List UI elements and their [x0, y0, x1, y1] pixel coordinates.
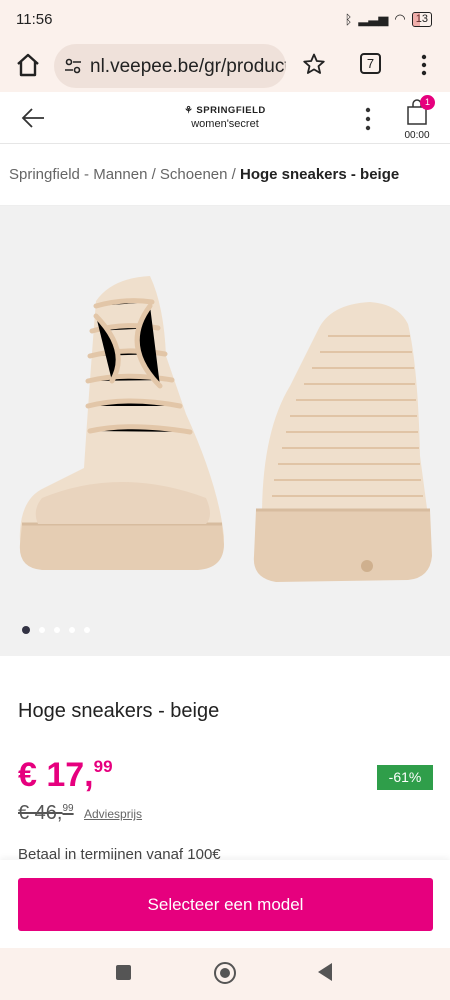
price-cents: 99: [93, 757, 113, 776]
browser-toolbar: nl.veepee.be/gr/product 7: [0, 40, 450, 92]
status-bar: 11:56 ᛒ ▂▃▅ ◠ 13: [0, 0, 450, 40]
system-nav-bar: [0, 948, 450, 1000]
breadcrumb-current: Hoge sneakers - beige: [239, 166, 400, 183]
brand-springfield: ⚘ SPRINGFIELD: [184, 105, 266, 116]
gallery-dot[interactable]: [84, 627, 90, 633]
bookmark-star-icon[interactable]: [302, 52, 326, 76]
gallery-dot[interactable]: [69, 627, 75, 633]
address-bar[interactable]: nl.veepee.be/gr/product: [54, 44, 286, 88]
site-settings-icon[interactable]: [64, 57, 82, 75]
product-title: Hoge sneakers - beige: [18, 700, 220, 722]
brand-womensecret: women'secret: [191, 118, 259, 130]
price-main: € 17,: [18, 756, 94, 794]
cart-button[interactable]: 1 00:00: [400, 95, 435, 142]
old-price-main: € 46,: [18, 802, 63, 824]
product-image-gallery[interactable]: [0, 206, 450, 656]
home-circle-icon[interactable]: [214, 962, 236, 984]
home-icon[interactable]: [14, 51, 42, 79]
gallery-dot[interactable]: [22, 626, 30, 634]
browser-menu-icon[interactable]: [418, 53, 430, 77]
old-price: € 46,99: [18, 802, 74, 825]
brand-logo: ⚘ SPRINGFIELD women'secret: [150, 105, 300, 130]
breadcrumb: Springfield - Mannen / Schoenen / Hoge s…: [0, 144, 450, 206]
status-time: 11:56: [16, 11, 53, 28]
discount-badge: -61%: [377, 765, 433, 790]
old-price-cents: 99: [62, 803, 74, 814]
battery-icon: 13: [411, 11, 432, 27]
select-model-button[interactable]: Selecteer een model: [18, 878, 433, 931]
cart-count-badge: 1: [420, 95, 435, 110]
tab-switcher-button[interactable]: 7: [360, 53, 381, 74]
recents-icon[interactable]: [116, 965, 131, 980]
wifi-icon: ◠: [394, 11, 406, 26]
gallery-dot[interactable]: [54, 627, 60, 633]
cta-bar: Selecteer een model: [0, 860, 450, 948]
product-image: [19, 276, 432, 582]
bluetooth-icon: ᛒ: [344, 11, 353, 27]
current-price: € 17,99: [18, 756, 113, 795]
gallery-dot[interactable]: [39, 627, 45, 633]
site-header: ⚘ SPRINGFIELD women'secret 1 00:00: [0, 92, 450, 144]
back-arrow-icon[interactable]: [20, 106, 46, 130]
more-options-icon[interactable]: [362, 106, 374, 132]
breadcrumb-path[interactable]: Springfield - Mannen / Schoenen /: [9, 166, 240, 183]
gallery-pagination[interactable]: [22, 626, 90, 634]
url-text[interactable]: nl.veepee.be/gr/product: [90, 56, 286, 78]
installments-text: Betaal in termijnen vanaf 100€: [18, 846, 221, 860]
status-icons: ᛒ ▂▃▅ ◠ 13: [345, 11, 432, 27]
cart-timer: 00:00: [404, 130, 430, 141]
signal-icon: ▂▃▅: [358, 11, 389, 26]
adviesprijs-link[interactable]: Adviesprijs: [84, 807, 142, 821]
back-triangle-icon[interactable]: [318, 963, 332, 981]
